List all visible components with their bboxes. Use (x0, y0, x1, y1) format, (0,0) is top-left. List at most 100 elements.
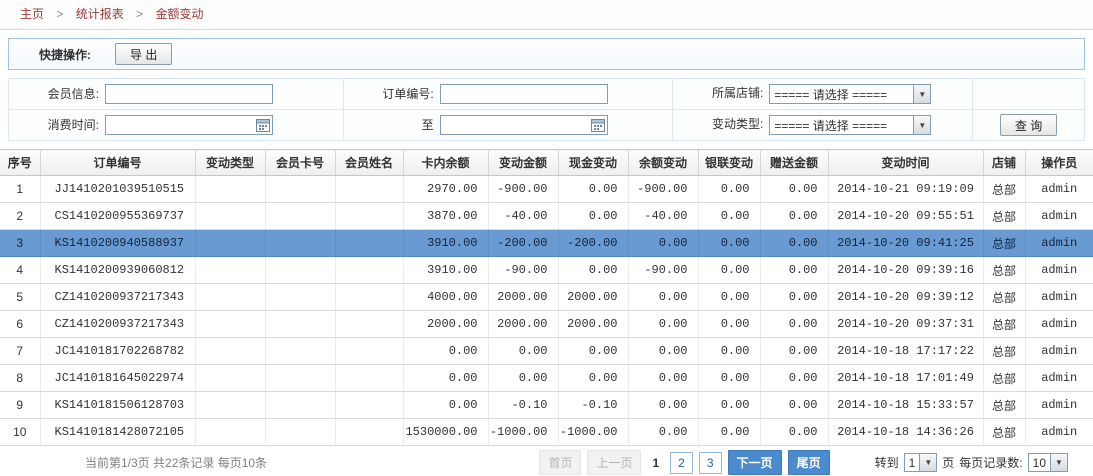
col-header-card-no: 会员卡号 (265, 150, 335, 176)
consume-time-from-input[interactable] (105, 115, 273, 135)
order-no-input[interactable] (440, 84, 608, 104)
cell-operator: admin (1025, 230, 1093, 257)
cell-unionpay-change: 0.00 (698, 257, 760, 284)
table-row[interactable]: 6CZ14102009372173432000.002000.002000.00… (0, 311, 1093, 338)
cell-member-name (335, 203, 403, 230)
table-row[interactable]: 10KS14101814280721051530000.00-1000.00-1… (0, 419, 1093, 446)
breadcrumb-home[interactable]: 主页 (20, 7, 44, 21)
cell-card-balance: 1530000.00 (403, 419, 488, 446)
cell-cash-change: 0.00 (558, 338, 628, 365)
goto-controls: 转到 1▼ 页 每页记录数: 10▼ (875, 453, 1068, 472)
cell-operator: admin (1025, 257, 1093, 284)
cell-seq: 6 (0, 311, 40, 338)
cell-change-type (195, 230, 265, 257)
cell-change-type (195, 338, 265, 365)
page-button-3[interactable]: 3 (699, 452, 722, 474)
cell-card-no (265, 311, 335, 338)
cell-shop: 总部 (983, 311, 1025, 338)
cell-order-no: CS1410200955369737 (40, 203, 195, 230)
cell-change-time: 2014-10-18 17:01:49 (828, 365, 983, 392)
consume-time-to-input[interactable] (440, 115, 608, 135)
cell-order-no: KS1410181506128703 (40, 392, 195, 419)
shop-select-value: ===== 请选择 ===== (770, 86, 913, 103)
breadcrumb-report-section[interactable]: 统计报表 (76, 7, 124, 21)
cell-change-amount: 2000.00 (488, 284, 558, 311)
goto-label: 转到 (875, 454, 899, 471)
filter-panel: 会员信息: 订单编号: 所属店铺:===== 请选择 =====▼ 消费时间: … (8, 78, 1085, 141)
page-button-2[interactable]: 2 (670, 452, 693, 474)
records-table-head-row: 序号订单编号变动类型会员卡号会员姓名卡内余额变动金额现金变动余额变动银联变动赠送… (0, 150, 1093, 176)
cell-card-balance: 3910.00 (403, 257, 488, 284)
date-to-label: 至 (344, 116, 434, 133)
breadcrumb-current-page[interactable]: 金额变动 (155, 7, 203, 21)
cell-unionpay-change: 0.00 (698, 176, 760, 203)
records-table-body: 1JJ14102010395105152970.00-900.000.00-90… (0, 176, 1093, 446)
cell-change-time: 2014-10-20 09:39:12 (828, 284, 983, 311)
export-button[interactable]: 导 出 (115, 43, 172, 65)
member-info-input[interactable] (105, 84, 273, 104)
shop-select[interactable]: ===== 请选择 =====▼ (769, 84, 931, 104)
cell-operator: admin (1025, 176, 1093, 203)
cell-operator: admin (1025, 203, 1093, 230)
cell-change-time: 2014-10-20 09:41:25 (828, 230, 983, 257)
cell-change-type (195, 176, 265, 203)
table-row[interactable]: 4KS14102009390608123910.00-90.000.00-90.… (0, 257, 1093, 284)
search-button[interactable]: 查 询 (1000, 114, 1057, 136)
table-row[interactable]: 1JJ14102010395105152970.00-900.000.00-90… (0, 176, 1093, 203)
cell-change-amount: -200.00 (488, 230, 558, 257)
cell-seq: 5 (0, 284, 40, 311)
records-summary: 当前第1/3页 共22条记录 每页10条 (85, 454, 267, 471)
cell-change-type (195, 257, 265, 284)
table-row[interactable]: 2CS14102009553697373870.00-40.000.00-40.… (0, 203, 1093, 230)
breadcrumb: 主页 > 统计报表 > 金额变动 (0, 0, 1093, 30)
cell-card-balance: 4000.00 (403, 284, 488, 311)
cell-order-no: CZ1410200937217343 (40, 284, 195, 311)
cell-change-amount: -90.00 (488, 257, 558, 284)
cell-shop: 总部 (983, 230, 1025, 257)
chevron-down-icon[interactable]: ▼ (1050, 454, 1067, 471)
chevron-down-icon[interactable]: ▼ (913, 116, 930, 134)
page-size-select[interactable]: 10▼ (1028, 453, 1068, 472)
cell-balance-change: 0.00 (628, 365, 698, 392)
table-row[interactable]: 5CZ14102009372173434000.002000.002000.00… (0, 284, 1093, 311)
cell-shop: 总部 (983, 419, 1025, 446)
calendar-icon[interactable] (256, 118, 270, 132)
cell-card-no (265, 338, 335, 365)
cell-order-no: JJ1410201039510515 (40, 176, 195, 203)
cell-change-type (195, 365, 265, 392)
cell-unionpay-change: 0.00 (698, 311, 760, 338)
cell-change-time: 2014-10-20 09:37:31 (828, 311, 983, 338)
table-row[interactable]: 8JC14101816450229740.000.000.000.000.000… (0, 365, 1093, 392)
quick-ops-bar: 快捷操作: 导 出 (8, 38, 1085, 70)
cell-balance-change: -90.00 (628, 257, 698, 284)
cell-member-name (335, 365, 403, 392)
cell-seq: 7 (0, 338, 40, 365)
cell-operator: admin (1025, 284, 1093, 311)
cell-change-amount: 2000.00 (488, 311, 558, 338)
prev-page-button[interactable]: 上一页 (587, 450, 641, 475)
cell-operator: admin (1025, 365, 1093, 392)
chevron-down-icon[interactable]: ▼ (913, 85, 930, 103)
table-row[interactable]: 9KS14101815061287030.00-0.10-0.100.000.0… (0, 392, 1093, 419)
cell-operator: admin (1025, 338, 1093, 365)
next-page-button[interactable]: 下一页 (728, 450, 782, 475)
change-type-select[interactable]: ===== 请选择 =====▼ (769, 115, 931, 135)
first-page-button[interactable]: 首页 (539, 450, 581, 475)
last-page-button[interactable]: 尾页 (788, 450, 830, 475)
goto-page-select[interactable]: 1▼ (904, 453, 938, 472)
calendar-icon[interactable] (591, 118, 605, 132)
col-header-change-time: 变动时间 (828, 150, 983, 176)
shop-label: 所属店铺: (673, 84, 763, 101)
page-button-1[interactable]: 1 (647, 453, 664, 473)
table-row[interactable]: 7JC14101817022687820.000.000.000.000.000… (0, 338, 1093, 365)
footer-bar: 当前第1/3页 共22条记录 每页10条 首页 上一页 1 2 3 下一页 尾页… (0, 446, 1093, 476)
cell-gift-amount: 0.00 (760, 419, 828, 446)
page-size-select-value: 10 (1029, 456, 1050, 470)
chevron-down-icon[interactable]: ▼ (919, 454, 936, 471)
cell-change-type (195, 284, 265, 311)
cell-order-no: JC1410181702268782 (40, 338, 195, 365)
cell-change-type (195, 311, 265, 338)
cell-change-time: 2014-10-18 14:36:26 (828, 419, 983, 446)
col-header-unionpay-change: 银联变动 (698, 150, 760, 176)
table-row[interactable]: 3KS14102009405889373910.00-200.00-200.00… (0, 230, 1093, 257)
